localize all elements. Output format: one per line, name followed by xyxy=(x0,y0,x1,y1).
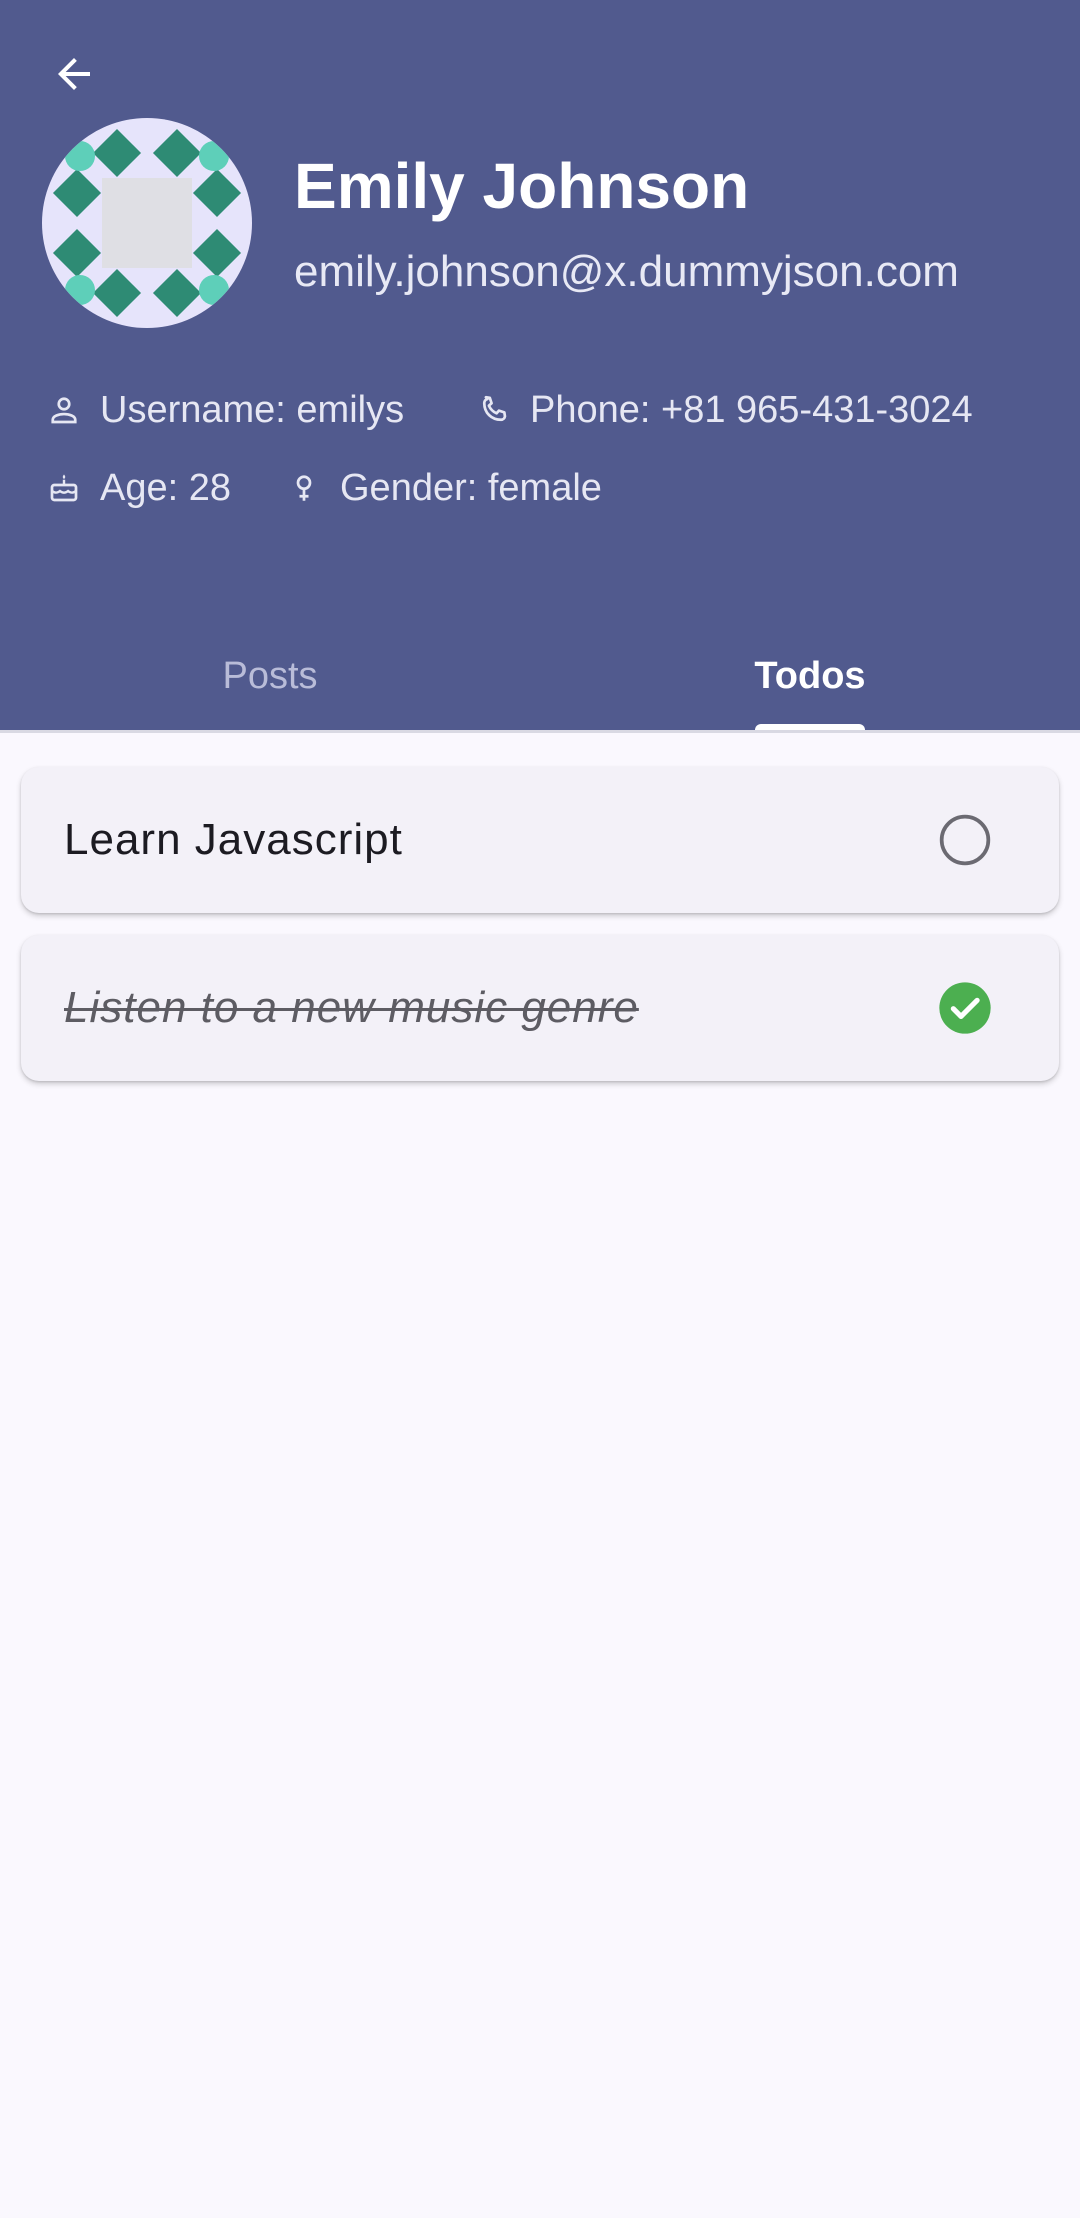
user-email: emily.johnson@x.dummyjson.com xyxy=(294,247,959,296)
tab-todos[interactable]: Todos xyxy=(540,620,1080,732)
username-label: Username: emilys xyxy=(100,389,405,431)
todo-checkbox[interactable] xyxy=(937,980,993,1036)
person-icon xyxy=(44,390,84,430)
tab-posts-label: Posts xyxy=(222,654,318,697)
todo-item[interactable]: Listen to a new music genre xyxy=(21,935,1059,1081)
age-label: Age: 28 xyxy=(100,467,231,509)
female-icon xyxy=(284,468,324,508)
age-info: Age: 28 xyxy=(44,464,231,512)
arrow-back-icon xyxy=(58,58,90,90)
phone-icon xyxy=(474,390,514,430)
todo-title: Listen to a new music genre xyxy=(64,983,639,1032)
tab-bar: Posts Todos xyxy=(0,620,1080,732)
cake-icon xyxy=(44,468,84,508)
gender-label: Gender: female xyxy=(340,467,602,509)
tab-posts[interactable]: Posts xyxy=(0,620,540,732)
check-circle-icon xyxy=(939,982,991,1034)
divider xyxy=(0,730,1080,733)
profile-header: Emily Johnson emily.johnson@x.dummyjson.… xyxy=(0,0,1080,732)
phone-label: Phone: +81 965-431-3024 xyxy=(530,389,973,431)
back-button[interactable] xyxy=(44,44,104,104)
todo-checkbox[interactable] xyxy=(937,812,993,868)
phone-info: Phone: +81 965-431-3024 xyxy=(474,386,973,434)
user-name: Emily Johnson xyxy=(294,150,750,222)
todo-title: Learn Javascript xyxy=(64,815,403,864)
unchecked-circle-icon xyxy=(939,814,991,866)
username-info: Username: emilys xyxy=(44,386,404,434)
gender-info: Gender: female xyxy=(284,464,602,512)
avatar xyxy=(42,118,252,328)
todo-item[interactable]: Learn Javascript xyxy=(21,767,1059,913)
tab-todos-label: Todos xyxy=(754,654,866,697)
